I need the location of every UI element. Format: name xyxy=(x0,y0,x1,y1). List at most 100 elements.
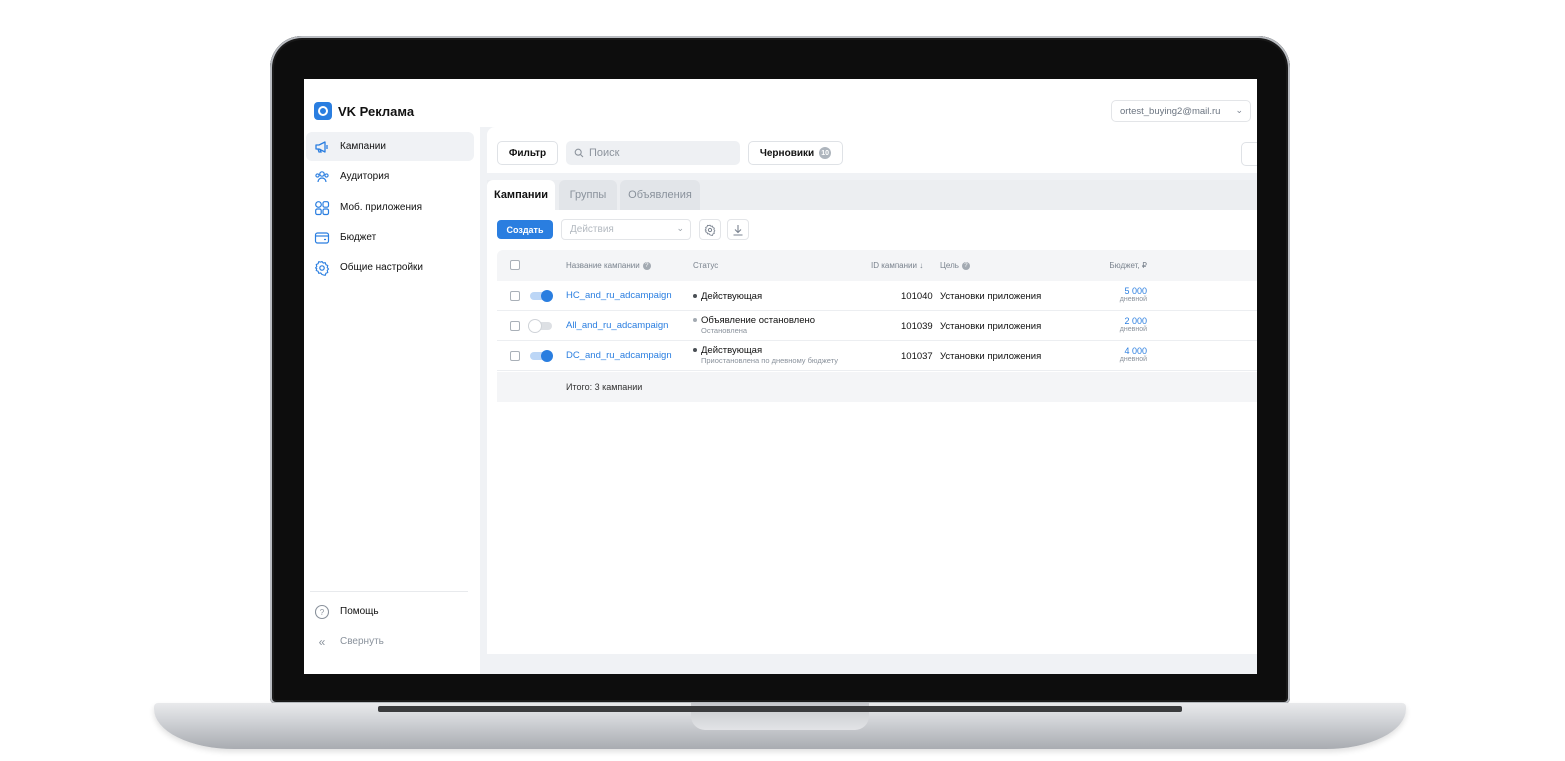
create-button[interactable]: Создать xyxy=(497,220,553,239)
status-dot xyxy=(693,318,697,323)
table-header: Название кампании? Статус ID кампании ↓ … xyxy=(497,250,1257,281)
audience-icon xyxy=(315,170,329,182)
column-header-label: Название кампании xyxy=(566,261,640,270)
column-header-name[interactable]: Название кампании? xyxy=(566,261,651,270)
chevron-down-icon: ⌄ xyxy=(676,223,684,233)
campaign-goal: Установки приложения xyxy=(940,321,1042,332)
tab-label: Кампании xyxy=(493,189,549,201)
tab-groups[interactable]: Группы xyxy=(559,180,617,210)
tab-ads[interactable]: Объявления xyxy=(620,180,700,210)
drafts-button[interactable]: Черновики 10 xyxy=(748,141,843,165)
budget-period: дневной xyxy=(1119,296,1147,303)
budget-value: 4 000 xyxy=(1124,346,1147,356)
sidebar-item-label: Общие настройки xyxy=(340,262,423,273)
sidebar-item-label: Бюджет xyxy=(340,232,377,243)
sidebar-item-campaigns[interactable]: Кампании xyxy=(306,132,474,161)
svg-text:?: ? xyxy=(320,608,325,617)
filter-button[interactable]: Фильтр xyxy=(497,141,558,165)
table-row[interactable]: All_and_ru_adcampaign Объявление останов… xyxy=(497,311,1257,341)
table-row[interactable]: DC_and_ru_adcampaign Действующая Приоста… xyxy=(497,341,1257,371)
campaign-name-link[interactable]: DC_and_ru_adcampaign xyxy=(566,350,672,361)
download-icon xyxy=(733,224,743,236)
campaign-id: 101037 xyxy=(901,351,933,362)
select-all-checkbox[interactable] xyxy=(510,260,520,270)
row-checkbox[interactable] xyxy=(510,321,520,331)
actions-dropdown[interactable]: Действия ⌄ xyxy=(561,219,691,240)
laptop-hinge xyxy=(378,706,1182,712)
chevron-down-icon: ⌄ xyxy=(1235,105,1243,115)
campaign-name-link[interactable]: All_and_ru_adcampaign xyxy=(566,320,668,331)
campaign-status: Действующая Приостановлена по дневному б… xyxy=(693,345,838,365)
campaign-status: Объявление остановлено Остановлена xyxy=(693,315,815,335)
toolbar-overflow-button[interactable] xyxy=(1241,142,1257,166)
search-icon xyxy=(574,148,584,158)
drafts-label: Черновики xyxy=(759,147,815,159)
megaphone-icon xyxy=(315,140,328,153)
logo-text: VK Реклама xyxy=(338,103,415,119)
drafts-count-badge: 10 xyxy=(819,147,832,159)
sidebar-item-label: Моб. приложения xyxy=(340,202,423,213)
budget-period: дневной xyxy=(1119,326,1147,333)
column-header-id[interactable]: ID кампании ↓ xyxy=(871,261,923,270)
help-icon: ? xyxy=(314,604,330,619)
app-logo[interactable]: VK Реклама xyxy=(314,102,414,120)
top-bar: VK Реклама ortest_buying2@mail.ru ⌄ xyxy=(304,79,1257,127)
table-footer: Итого: 3 кампании xyxy=(497,372,1257,402)
column-header-status[interactable]: Статус xyxy=(693,261,718,270)
column-header-budget[interactable]: Бюджет, ₽ xyxy=(1087,261,1147,270)
column-header-label: Цель xyxy=(940,261,959,270)
sidebar-item-mobile-apps[interactable]: Моб. приложения xyxy=(306,193,474,222)
campaign-toggle[interactable] xyxy=(530,290,553,302)
gear-icon xyxy=(314,260,330,276)
actions-placeholder: Действия xyxy=(570,224,614,235)
wallet-icon xyxy=(314,231,330,244)
campaign-toggle[interactable] xyxy=(529,320,552,332)
sidebar-item-general-settings[interactable]: Общие настройки xyxy=(306,253,474,282)
campaign-name-link[interactable]: HC_and_ru_adcampaign xyxy=(566,290,672,301)
vk-ads-logo-icon xyxy=(314,102,332,120)
download-button[interactable] xyxy=(727,219,749,240)
budget-period: дневной xyxy=(1119,356,1147,363)
main-area: Фильтр Поиск Черновики 10 Кампании Групп… xyxy=(487,127,1257,674)
sidebar-collapse-button[interactable]: « Свернуть xyxy=(306,627,474,656)
sidebar-item-audience[interactable]: Аудитория xyxy=(306,162,474,191)
create-button-label: Создать xyxy=(506,224,544,235)
account-email: ortest_buying2@mail.ru xyxy=(1120,105,1221,117)
row-checkbox[interactable] xyxy=(510,291,520,301)
sidebar: Кампании Аудитория Моб. приложения Бюдже… xyxy=(304,127,480,674)
settings-button[interactable] xyxy=(699,219,721,240)
status-dot xyxy=(693,348,697,353)
sidebar-item-budget[interactable]: Бюджет xyxy=(306,223,474,252)
sidebar-item-label: Кампании xyxy=(340,141,386,152)
campaign-id: 101040 xyxy=(901,291,933,302)
campaign-goal: Установки приложения xyxy=(940,291,1042,302)
campaign-id: 101039 xyxy=(901,321,933,332)
tab-label: Объявления xyxy=(628,189,692,201)
tab-campaigns[interactable]: Кампании xyxy=(487,180,555,210)
help-icon[interactable]: ? xyxy=(961,261,970,270)
campaign-budget[interactable]: 5 000 дневной xyxy=(1087,286,1147,303)
campaign-budget[interactable]: 4 000 дневной xyxy=(1087,346,1147,363)
sidebar-item-help[interactable]: ? Помощь xyxy=(306,597,474,626)
status-dot xyxy=(693,294,697,299)
row-checkbox[interactable] xyxy=(510,351,520,361)
campaign-toggle[interactable] xyxy=(530,350,553,362)
budget-value: 5 000 xyxy=(1124,286,1147,296)
column-header-goal[interactable]: Цель? xyxy=(940,261,970,270)
sidebar-item-label: Помощь xyxy=(340,606,379,617)
sidebar-divider xyxy=(310,591,468,592)
table-row[interactable]: HC_and_ru_adcampaign Действующая 101040 … xyxy=(497,281,1257,311)
campaign-status: Действующая xyxy=(693,291,762,302)
search-input[interactable]: Поиск xyxy=(566,141,740,165)
total-count: Итого: 3 кампании xyxy=(566,382,643,392)
screen: VK Реклама ortest_buying2@mail.ru ⌄ Камп… xyxy=(304,79,1257,674)
filter-bar: Фильтр Поиск Черновики 10 xyxy=(487,127,1257,173)
status-label: Действующая xyxy=(701,291,763,302)
account-selector[interactable]: ortest_buying2@mail.ru ⌄ xyxy=(1111,100,1251,122)
help-icon[interactable]: ? xyxy=(642,261,651,270)
sidebar-item-label: Свернуть xyxy=(340,636,384,647)
filter-button-label: Фильтр xyxy=(508,147,547,159)
campaign-budget[interactable]: 2 000 дневной xyxy=(1087,316,1147,333)
tab-label: Группы xyxy=(569,189,607,201)
search-placeholder: Поиск xyxy=(589,147,620,159)
